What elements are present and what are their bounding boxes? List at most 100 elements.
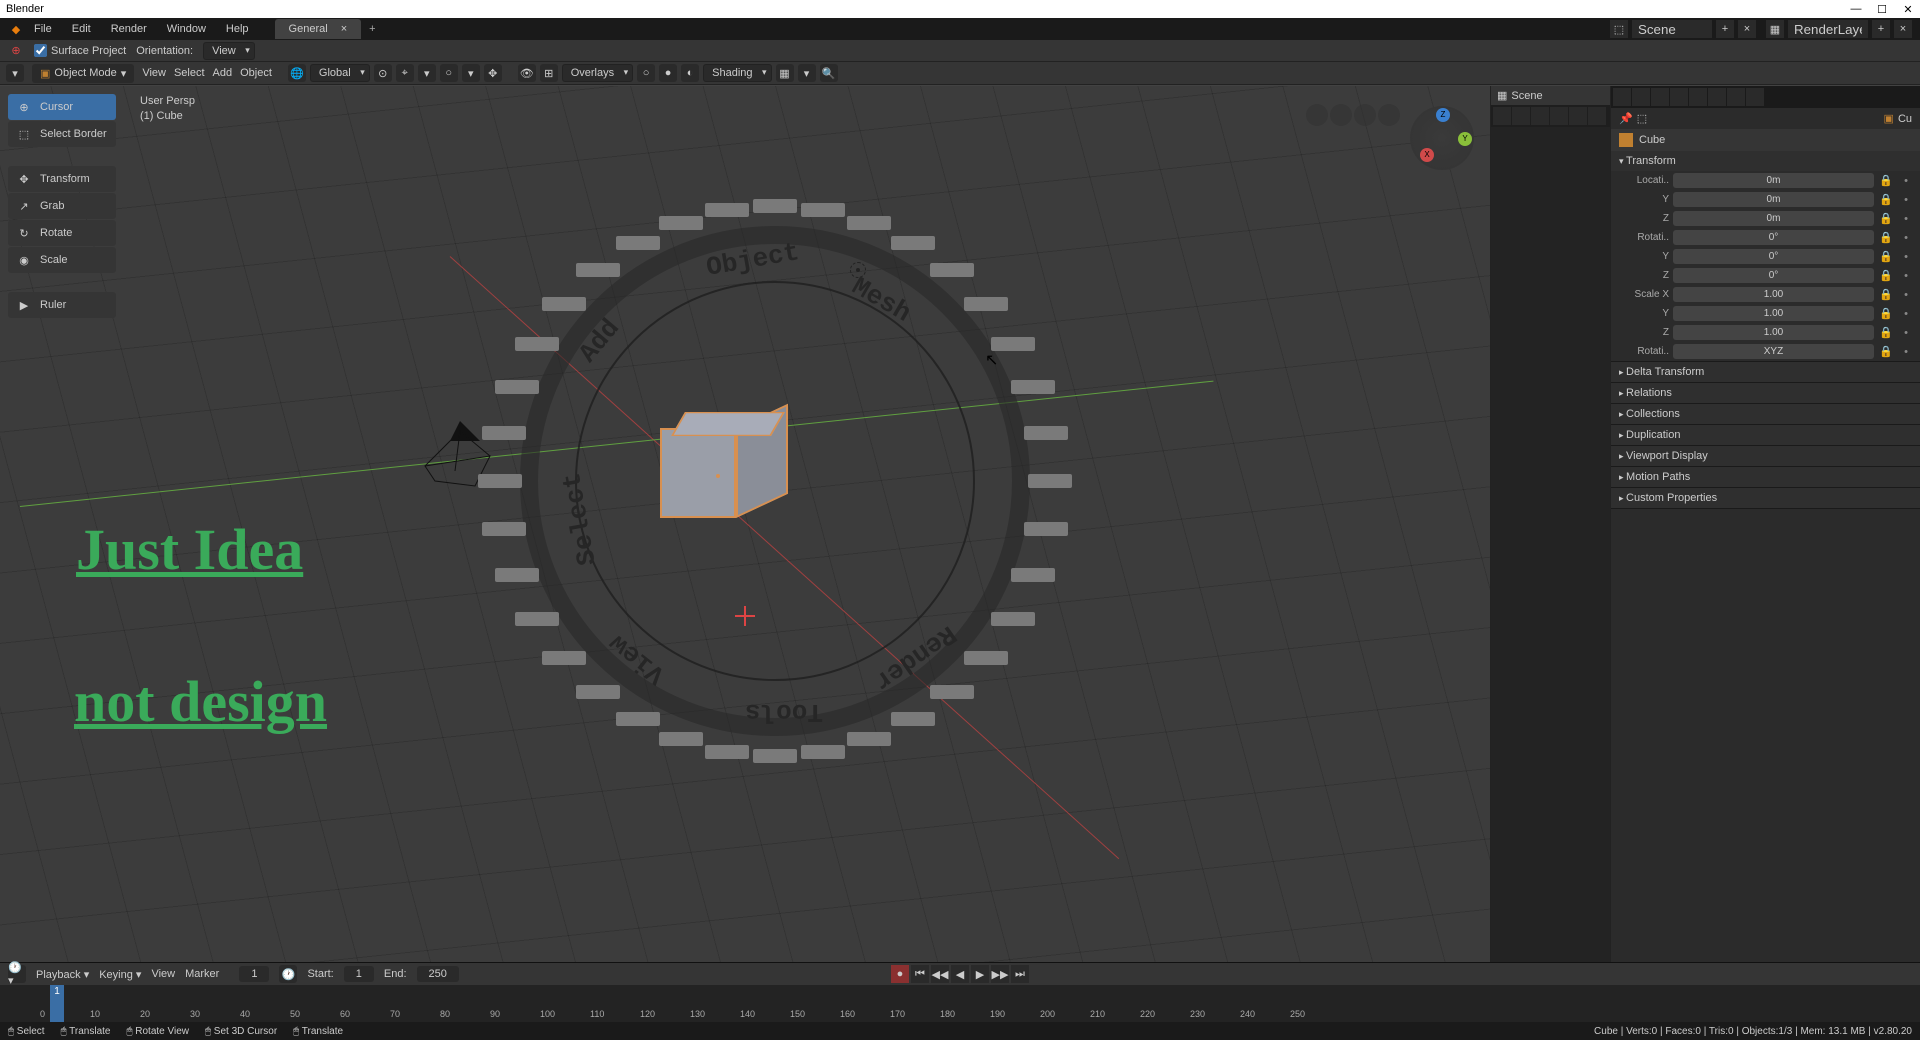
proptab-2[interactable] <box>1632 88 1650 106</box>
navigation-gizmo[interactable]: Z Y X <box>1410 106 1474 170</box>
preview-range-icon[interactable]: 🕐 <box>279 965 297 983</box>
transform-section-title[interactable]: Transform <box>1611 151 1920 171</box>
3d-viewport[interactable]: ⊕Cursor ⬚Select Border ✥Transform ↗Grab … <box>0 86 1490 980</box>
shading-dropdown[interactable]: Shading <box>703 64 771 82</box>
pie-option-tab[interactable] <box>801 745 845 759</box>
filter-icon-2[interactable] <box>1512 107 1530 125</box>
keying-menu[interactable]: Keying ▾ <box>99 968 141 981</box>
overlays-dropdown[interactable]: Overlays <box>562 64 633 82</box>
lock-icon[interactable]: 🔒 <box>1878 250 1894 263</box>
pie-option-tab[interactable] <box>847 216 891 230</box>
proptab-5[interactable] <box>1689 88 1707 106</box>
pie-option-tab[interactable] <box>1024 522 1068 536</box>
scene-icon[interactable]: ⬚ <box>1610 20 1628 38</box>
gizmo-z-axis[interactable]: Z <box>1436 108 1450 122</box>
prop-value[interactable]: 0m <box>1673 211 1874 226</box>
proptab-8[interactable] <box>1746 88 1764 106</box>
nav-zoom-icon[interactable] <box>1306 104 1328 126</box>
close-icon[interactable]: ✕ <box>1902 3 1914 16</box>
pie-option-tab[interactable] <box>964 651 1008 665</box>
section-title[interactable]: Duplication <box>1611 425 1920 445</box>
orient-icon[interactable]: 🌐 <box>288 64 306 82</box>
pie-option-tab[interactable] <box>616 712 660 726</box>
lock-icon[interactable]: 🔒 <box>1878 231 1894 244</box>
editor-type-icon[interactable]: ▾ <box>6 64 24 82</box>
prop-value[interactable]: 0m <box>1673 192 1874 207</box>
pie-option-tab[interactable] <box>891 236 935 250</box>
end-frame-input[interactable]: 250 <box>417 966 459 982</box>
filter-icon-6[interactable] <box>1588 107 1606 125</box>
cube-object[interactable] <box>660 404 780 539</box>
pie-option-tab[interactable] <box>891 712 935 726</box>
tab-close-icon[interactable]: × <box>341 23 347 35</box>
section-title[interactable]: Viewport Display <box>1611 446 1920 466</box>
section-title[interactable]: Motion Paths <box>1611 467 1920 487</box>
keyframe-dot-icon[interactable]: • <box>1898 213 1914 225</box>
tool-select-border[interactable]: ⬚Select Border <box>8 121 116 147</box>
nav-move-icon[interactable] <box>1330 104 1352 126</box>
pie-option-tab[interactable] <box>705 203 749 217</box>
keyframe-dot-icon[interactable]: • <box>1898 346 1914 358</box>
start-frame-input[interactable]: 1 <box>344 966 374 982</box>
filter-icon-1[interactable] <box>1493 107 1511 125</box>
renderlayer-icon[interactable]: ▦ <box>1766 20 1784 38</box>
search-icon[interactable]: 🔍 <box>820 64 838 82</box>
lock-icon[interactable]: 🔒 <box>1878 307 1894 320</box>
pie-option-tab[interactable] <box>616 236 660 250</box>
proportional-type-icon[interactable]: ▾ <box>462 64 480 82</box>
pie-option-tab[interactable] <box>991 337 1035 351</box>
workspace-tab-general[interactable]: General × <box>275 19 362 39</box>
pie-option-tab[interactable] <box>576 263 620 277</box>
pie-option-tab[interactable] <box>482 426 526 440</box>
select-menu[interactable]: Select <box>174 67 205 79</box>
keyframe-dot-icon[interactable]: • <box>1898 327 1914 339</box>
pie-option-tab[interactable] <box>930 685 974 699</box>
filter-icon-4[interactable] <box>1550 107 1568 125</box>
snap-icon[interactable]: ⌖ <box>396 64 414 82</box>
pie-option-tab[interactable] <box>659 216 703 230</box>
timeline-type-icon[interactable]: 🕐▾ <box>8 965 26 983</box>
prop-value[interactable]: 0m <box>1673 173 1874 188</box>
lock-icon[interactable]: 🔒 <box>1878 212 1894 225</box>
pie-option-tab[interactable] <box>515 612 559 626</box>
surface-project-toggle[interactable]: Surface Project <box>34 44 126 57</box>
menu-edit[interactable]: Edit <box>62 20 101 38</box>
menu-render[interactable]: Render <box>101 20 157 38</box>
pie-option-tab[interactable] <box>515 337 559 351</box>
pin-icon[interactable]: 📌 <box>1619 112 1633 125</box>
proptab-6[interactable] <box>1708 88 1726 106</box>
section-title[interactable]: Collections <box>1611 404 1920 424</box>
proportional-icon[interactable]: ○ <box>440 64 458 82</box>
lock-icon[interactable]: 🔒 <box>1878 326 1894 339</box>
pie-option-tab[interactable] <box>801 203 845 217</box>
playback-menu[interactable]: Playback ▾ <box>36 968 89 981</box>
shade-solid-icon[interactable]: ● <box>659 64 677 82</box>
pivot-icon[interactable]: ⊙ <box>374 64 392 82</box>
pie-option-tab[interactable] <box>576 685 620 699</box>
view-menu[interactable]: View <box>142 67 166 79</box>
nav-persp-icon[interactable] <box>1378 104 1400 126</box>
shade-wire-icon[interactable]: ○ <box>637 64 655 82</box>
keyframe-dot-icon[interactable]: • <box>1898 289 1914 301</box>
nav-camera-icon[interactable] <box>1354 104 1376 126</box>
section-title[interactable]: Custom Properties <box>1611 488 1920 508</box>
gizmo-icon[interactable]: ✥ <box>484 64 502 82</box>
keyframe-dot-icon[interactable]: • <box>1898 232 1914 244</box>
lock-icon[interactable]: 🔒 <box>1878 193 1894 206</box>
tool-rotate[interactable]: ↻Rotate <box>8 220 116 246</box>
prop-value[interactable]: 0° <box>1673 268 1874 283</box>
keyframe-dot-icon[interactable]: • <box>1898 194 1914 206</box>
snap-type-icon[interactable]: ▾ <box>418 64 436 82</box>
filter-icon-5[interactable] <box>1569 107 1587 125</box>
pie-option-tab[interactable] <box>847 732 891 746</box>
autokey-button[interactable]: ● <box>891 965 909 983</box>
prev-key-button[interactable]: ◀◀ <box>931 965 949 983</box>
keyframe-dot-icon[interactable]: • <box>1898 175 1914 187</box>
object-menu[interactable]: Object <box>240 67 272 79</box>
pie-option-tab[interactable] <box>1011 568 1055 582</box>
lock-icon[interactable]: 🔒 <box>1878 269 1894 282</box>
lock-icon[interactable]: 🔒 <box>1878 174 1894 187</box>
renderlayer-input[interactable] <box>1788 20 1868 38</box>
proptab-4[interactable] <box>1670 88 1688 106</box>
marker-menu[interactable]: Marker <box>185 968 219 980</box>
